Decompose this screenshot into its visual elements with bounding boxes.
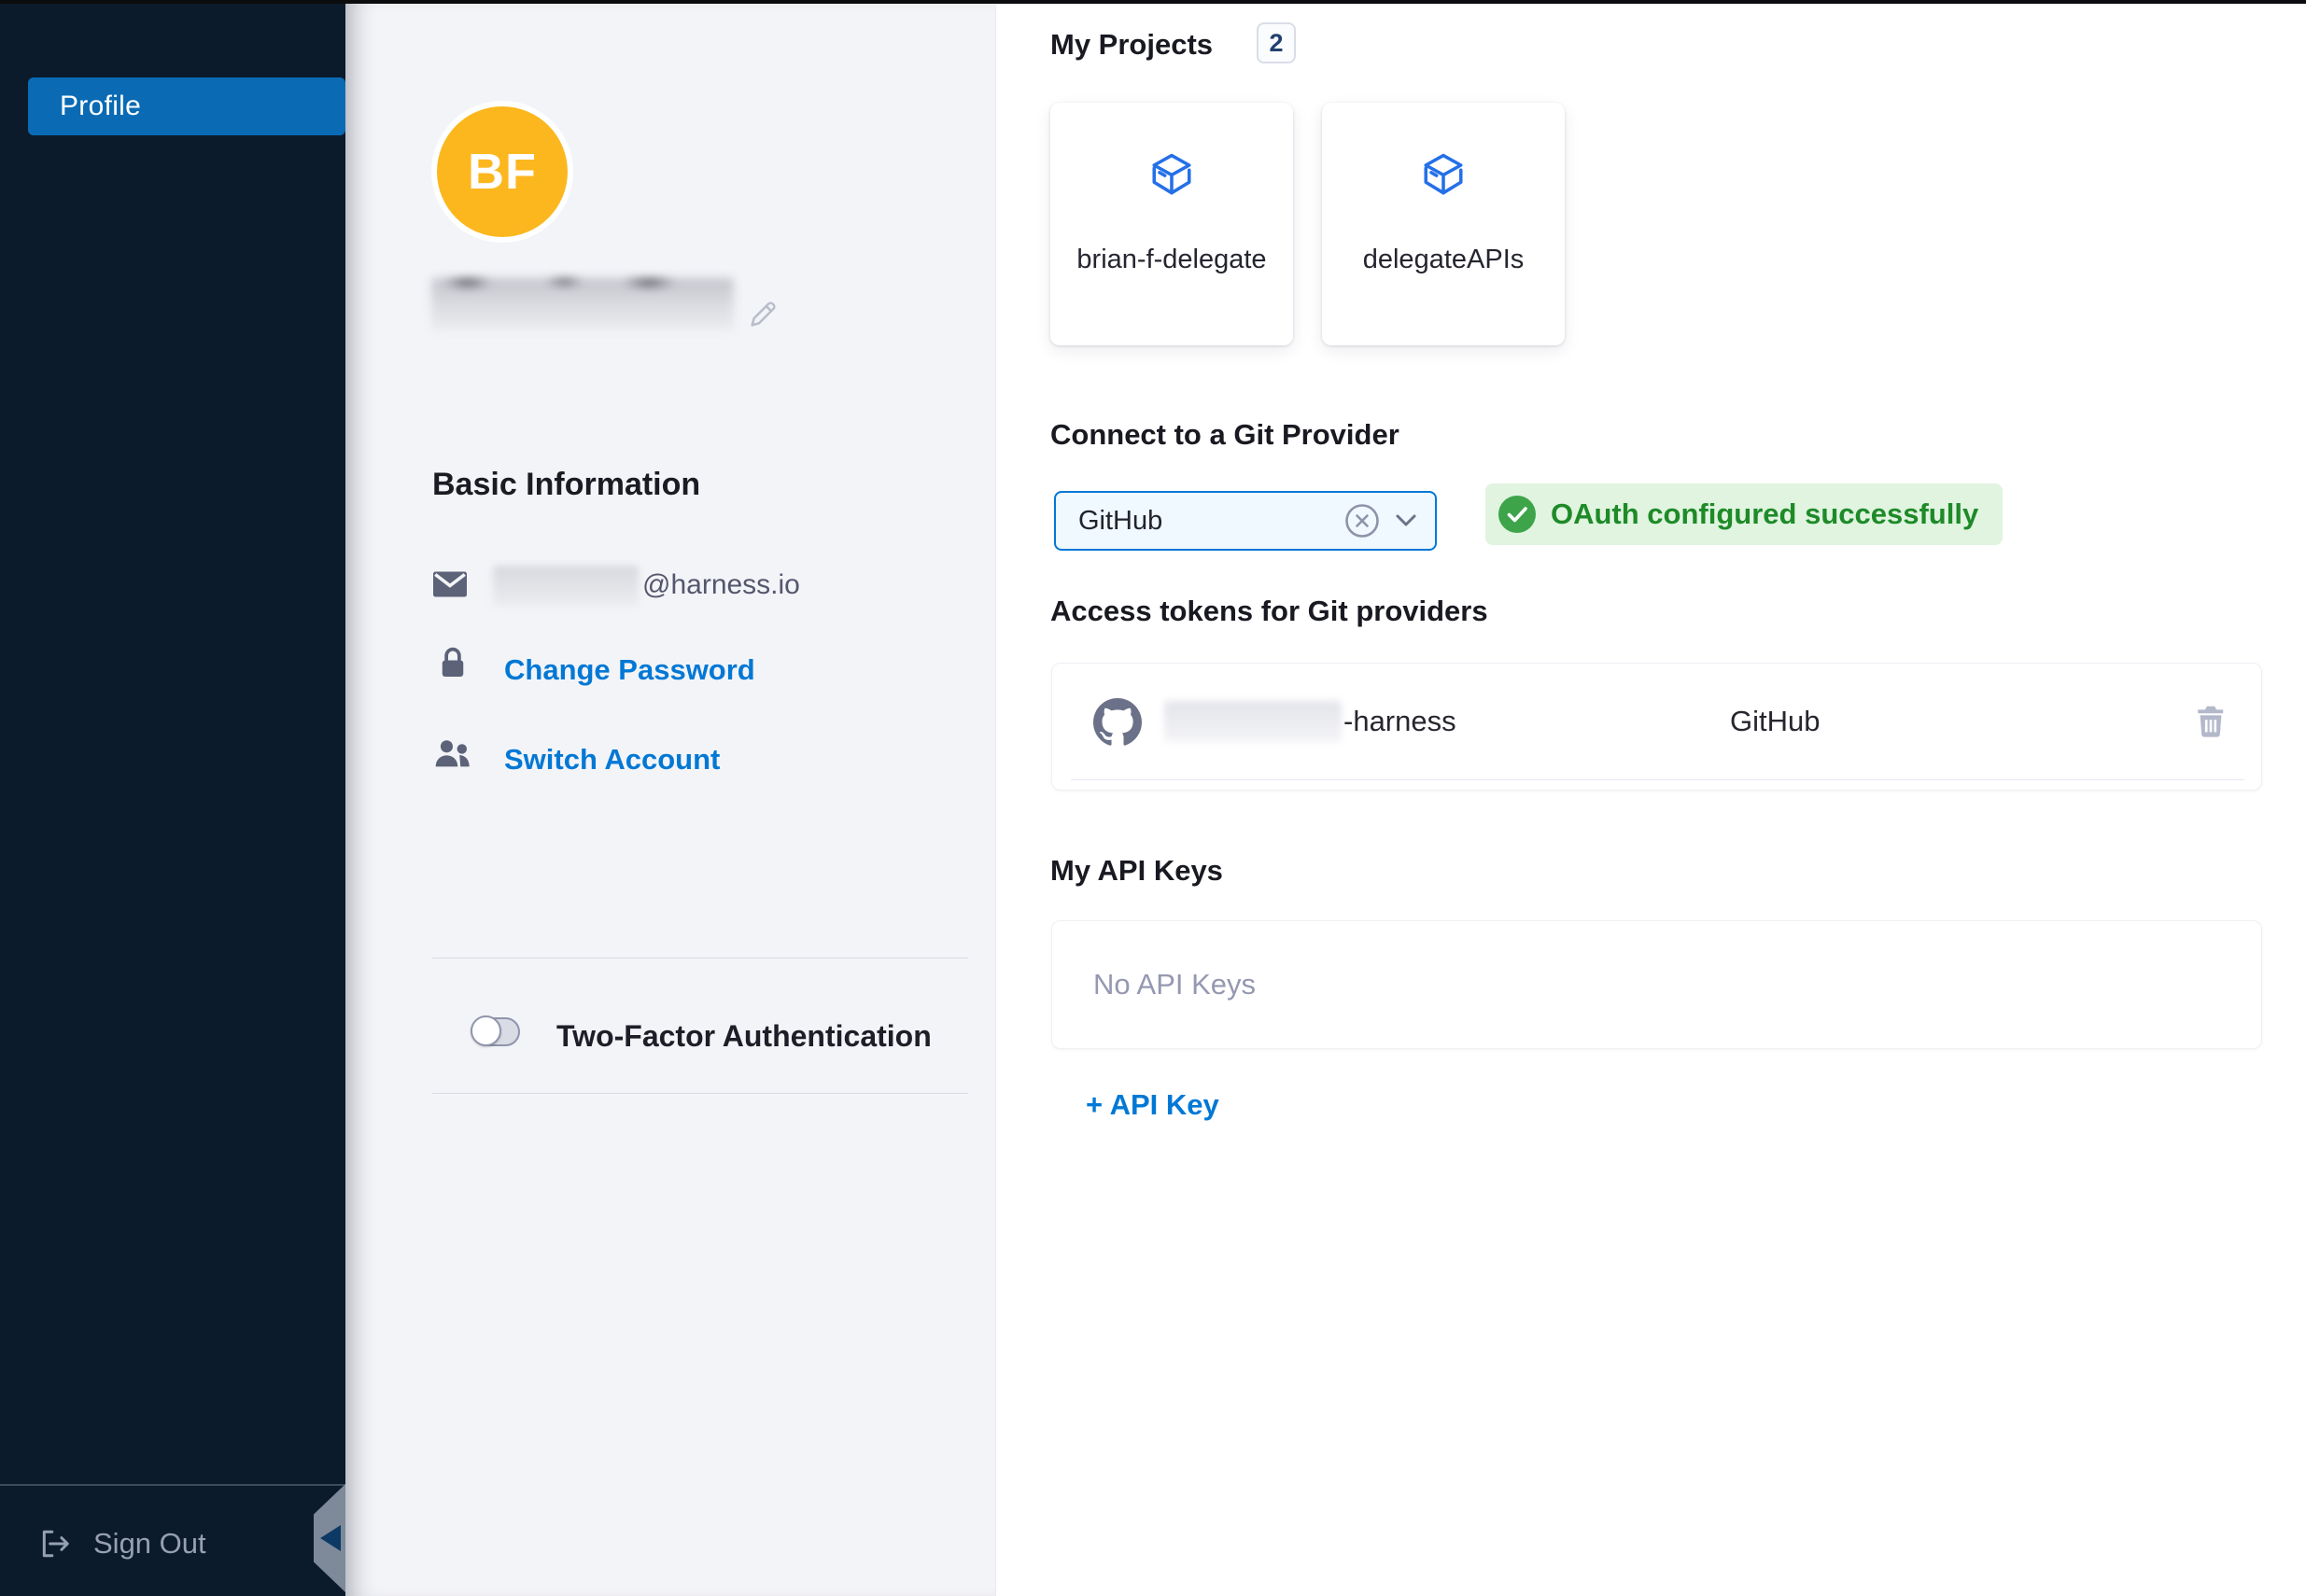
git-provider-title: Connect to a Git Provider	[1050, 418, 1399, 452]
delete-token-icon[interactable]	[2196, 705, 2226, 738]
project-card[interactable]: delegateAPIs	[1322, 103, 1565, 345]
lock-icon	[439, 646, 467, 679]
add-api-key-button[interactable]: + API Key	[1086, 1088, 1219, 1122]
sign-out-label: Sign Out	[93, 1527, 206, 1561]
toggle-knob	[471, 1015, 501, 1046]
basic-information-title: Basic Information	[432, 467, 700, 503]
sign-out-button[interactable]: Sign Out	[39, 1527, 206, 1561]
git-provider-value: GitHub	[1078, 506, 1343, 537]
chevron-left-icon	[320, 1525, 341, 1551]
project-name: brian-f-delegate	[1050, 245, 1293, 275]
chevron-down-icon[interactable]	[1394, 512, 1418, 529]
project-cube-icon	[1148, 151, 1195, 203]
project-cube-icon	[1420, 151, 1467, 203]
sidebar: Profile Sign Out	[0, 4, 345, 1596]
avatar[interactable]: BF	[437, 106, 568, 237]
email-icon	[433, 571, 467, 597]
window-top-edge	[0, 0, 2306, 4]
email-prefix-redacted	[493, 566, 639, 607]
api-keys-title: My API Keys	[1050, 854, 1223, 888]
github-icon	[1093, 698, 1142, 747]
clear-selection-icon[interactable]	[1343, 502, 1381, 539]
profile-page: Profile Sign Out BF Basic Information	[0, 0, 2306, 1596]
projects-count-badge: 2	[1257, 22, 1296, 63]
project-name: delegateAPIs	[1322, 245, 1565, 275]
api-keys-card: No API Keys	[1051, 920, 2262, 1049]
divider	[432, 1093, 968, 1094]
token-name-suffix: -harness	[1343, 705, 1456, 738]
token-name-redacted	[1164, 701, 1342, 742]
oauth-status-badge: OAuth configured successfully	[1485, 483, 2003, 545]
divider	[432, 958, 968, 959]
logout-icon	[39, 1528, 71, 1560]
switch-account-icon	[433, 737, 472, 769]
sidebar-divider	[0, 1484, 345, 1486]
my-projects-title: My Projects	[1050, 28, 1213, 62]
project-card[interactable]: brian-f-delegate	[1050, 103, 1293, 345]
profile-panel: BF Basic Information @harness.io Change …	[345, 4, 996, 1596]
switch-account-link[interactable]: Switch Account	[504, 743, 720, 777]
avatar-initials: BF	[468, 143, 537, 201]
sidebar-item-profile-label: Profile	[60, 91, 141, 122]
git-provider-select[interactable]: GitHub	[1054, 491, 1437, 551]
two-factor-label: Two-Factor Authentication	[556, 1019, 932, 1054]
access-tokens-title: Access tokens for Git providers	[1050, 595, 1488, 628]
sidebar-collapse-button[interactable]	[314, 1484, 345, 1592]
token-row: -harness GitHub	[1071, 664, 2244, 780]
edit-name-icon[interactable]	[747, 297, 780, 330]
check-circle-icon	[1497, 495, 1537, 534]
email-domain: @harness.io	[642, 569, 800, 601]
api-keys-empty-text: No API Keys	[1093, 968, 1256, 1001]
oauth-status-text: OAuth configured successfully	[1551, 497, 1978, 531]
main-content: My Projects 2 brian-f-delegate	[997, 4, 2306, 1596]
sidebar-item-profile[interactable]: Profile	[28, 77, 345, 135]
access-tokens-card: -harness GitHub	[1051, 663, 2262, 791]
two-factor-toggle[interactable]	[471, 1017, 520, 1046]
token-provider: GitHub	[1730, 705, 1820, 738]
change-password-link[interactable]: Change Password	[504, 653, 755, 687]
user-name-redacted	[431, 278, 734, 330]
